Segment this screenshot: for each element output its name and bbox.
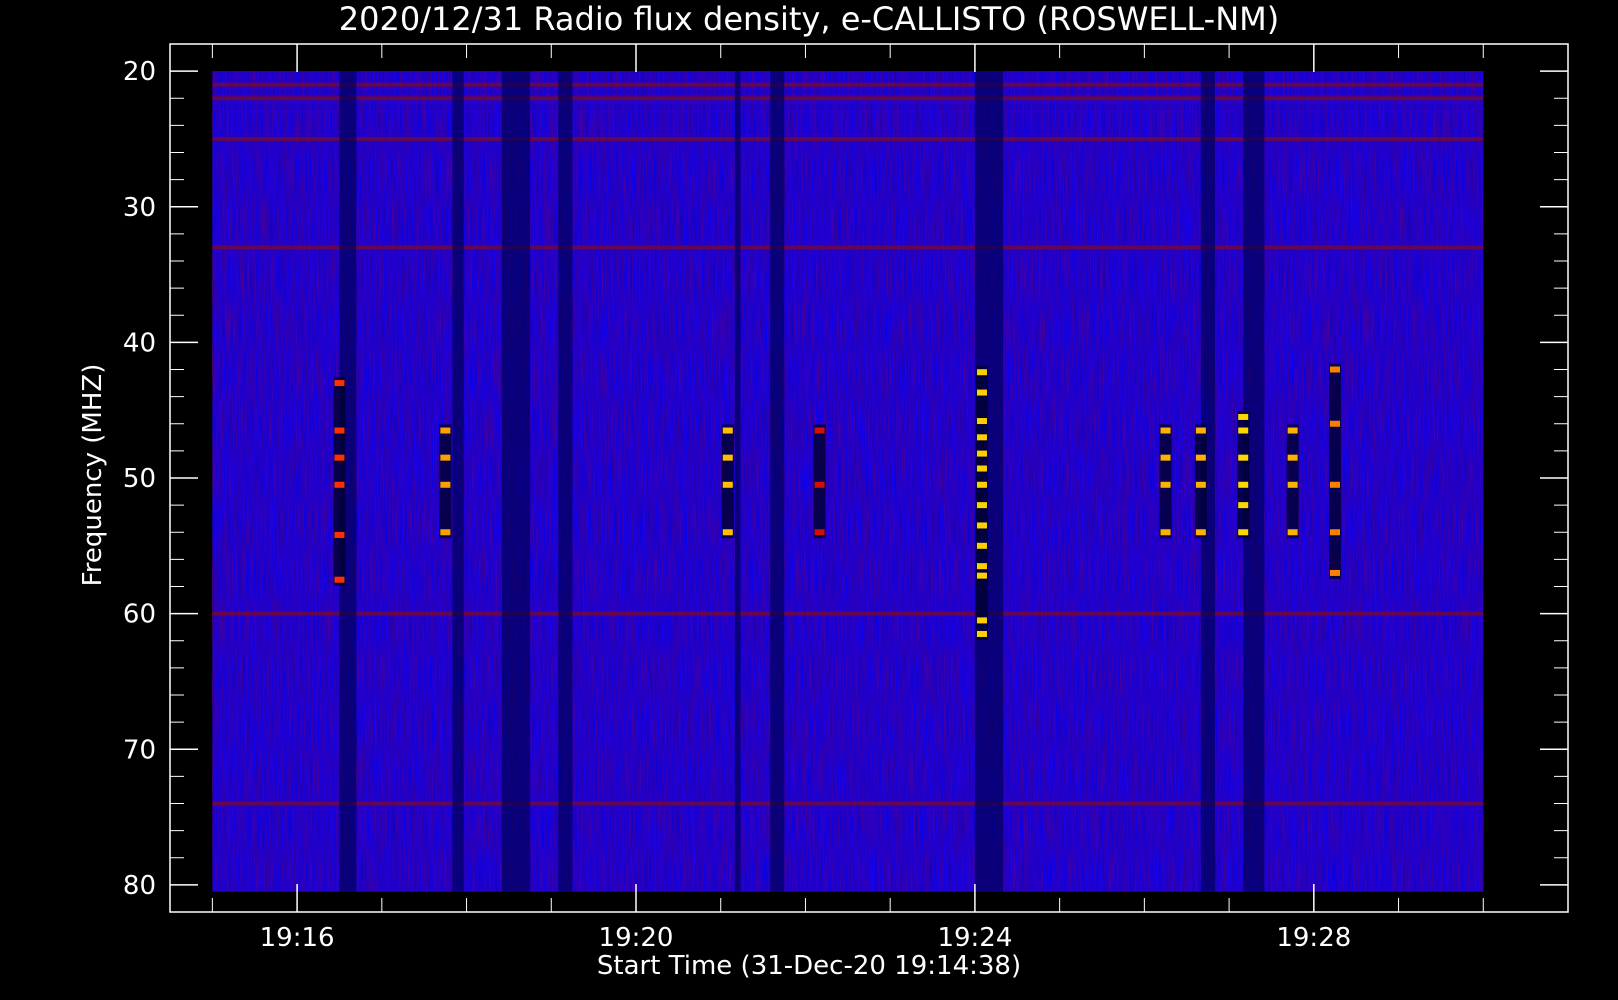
burst-mark — [976, 450, 987, 457]
interference-line — [212, 136, 1484, 141]
interference-line — [212, 96, 1484, 101]
burst-mark — [722, 454, 733, 461]
burst-column — [975, 366, 988, 640]
burst-mark — [440, 529, 451, 536]
burst-mark — [976, 465, 987, 472]
burst-mark — [1195, 481, 1206, 488]
burst-mark — [1238, 427, 1249, 434]
burst-mark — [1287, 454, 1298, 461]
burst-mark — [1287, 427, 1298, 434]
burst-column — [1237, 410, 1250, 539]
burst-mark — [976, 481, 987, 488]
burst-shadow — [333, 377, 346, 586]
burst-mark — [976, 572, 987, 579]
burst-column — [813, 424, 826, 539]
burst-column — [1159, 424, 1172, 539]
x-axis-label: Start Time (31-Dec-20 19:14:38) — [597, 951, 1021, 981]
burst-mark — [976, 502, 987, 509]
burst-mark — [1238, 454, 1249, 461]
x-tick-label: 19:16 — [260, 923, 335, 953]
burst-shadow — [813, 424, 826, 539]
y-tick-label: 40 — [123, 328, 156, 358]
burst-column — [1194, 424, 1207, 539]
interference-line — [212, 801, 1484, 806]
burst-mark — [334, 454, 345, 461]
burst-mark — [976, 563, 987, 570]
burst-mark — [1160, 481, 1171, 488]
y-tick-label: 20 — [123, 57, 156, 87]
burst-mark — [334, 531, 345, 538]
y-tick-label: 50 — [123, 464, 156, 494]
dark-band — [452, 71, 464, 892]
burst-mark — [976, 418, 987, 425]
x-tick-label: 19:24 — [937, 923, 1012, 953]
burst-mark — [334, 427, 345, 434]
burst-mark — [722, 529, 733, 536]
burst-shadow — [721, 424, 734, 539]
burst-shadow — [1159, 424, 1172, 539]
burst-mark — [814, 481, 825, 488]
burst-mark — [976, 369, 987, 376]
interference-line — [212, 245, 1484, 250]
spectrogram-chart: 2020/12/31 Radio flux density, e-CALLIST… — [78, 0, 1569, 981]
burst-mark — [814, 427, 825, 434]
burst-mark — [1195, 427, 1206, 434]
burst-mark — [1160, 454, 1171, 461]
y-tick-label: 80 — [123, 871, 156, 901]
x-tick-label: 19:20 — [599, 923, 674, 953]
dark-band — [501, 71, 531, 892]
burst-mark — [1160, 427, 1171, 434]
burst-mark — [976, 522, 987, 529]
burst-mark — [976, 630, 987, 637]
burst-mark — [1238, 481, 1249, 488]
burst-mark — [722, 481, 733, 488]
burst-mark — [1330, 481, 1340, 488]
burst-mark — [440, 481, 451, 488]
chart-title: 2020/12/31 Radio flux density, e-CALLIST… — [339, 0, 1279, 38]
burst-column — [1329, 363, 1341, 579]
burst-mark — [1195, 529, 1206, 536]
burst-mark — [1287, 529, 1298, 536]
burst-shadow — [1329, 363, 1341, 579]
burst-shadow — [1194, 424, 1207, 539]
burst-mark — [334, 380, 345, 387]
dark-band — [558, 71, 573, 892]
burst-mark — [814, 529, 825, 536]
burst-mark — [1238, 529, 1249, 536]
y-tick-label: 70 — [123, 735, 156, 765]
burst-mark — [440, 454, 451, 461]
burst-mark — [1238, 502, 1249, 509]
burst-column — [721, 424, 734, 539]
burst-mark — [1195, 454, 1206, 461]
burst-mark — [1238, 413, 1249, 420]
y-tick-label: 30 — [123, 193, 156, 223]
burst-mark — [1160, 529, 1171, 536]
burst-mark — [1330, 529, 1340, 536]
burst-mark — [976, 617, 987, 624]
burst-mark — [440, 427, 451, 434]
burst-mark — [976, 542, 987, 549]
burst-mark — [1330, 366, 1340, 373]
plot-area — [212, 71, 1484, 892]
burst-mark — [1287, 481, 1298, 488]
dark-band — [770, 71, 785, 892]
burst-mark — [1330, 569, 1340, 576]
burst-shadow — [439, 424, 452, 539]
y-axis-label: Frequency (MHZ) — [78, 364, 108, 587]
burst-column — [439, 424, 452, 539]
burst-mark — [334, 576, 345, 583]
interference-line — [212, 82, 1484, 87]
burst-column — [333, 377, 346, 586]
x-tick-label: 19:28 — [1276, 923, 1351, 953]
burst-mark — [722, 427, 733, 434]
burst-mark — [976, 389, 987, 396]
interference-line — [212, 611, 1484, 616]
burst-mark — [334, 481, 345, 488]
burst-mark — [976, 434, 987, 441]
burst-mark — [1330, 420, 1340, 427]
burst-shadow — [1286, 424, 1299, 539]
y-tick-label: 60 — [123, 600, 156, 630]
burst-column — [1286, 424, 1299, 539]
dark-band — [734, 71, 741, 892]
